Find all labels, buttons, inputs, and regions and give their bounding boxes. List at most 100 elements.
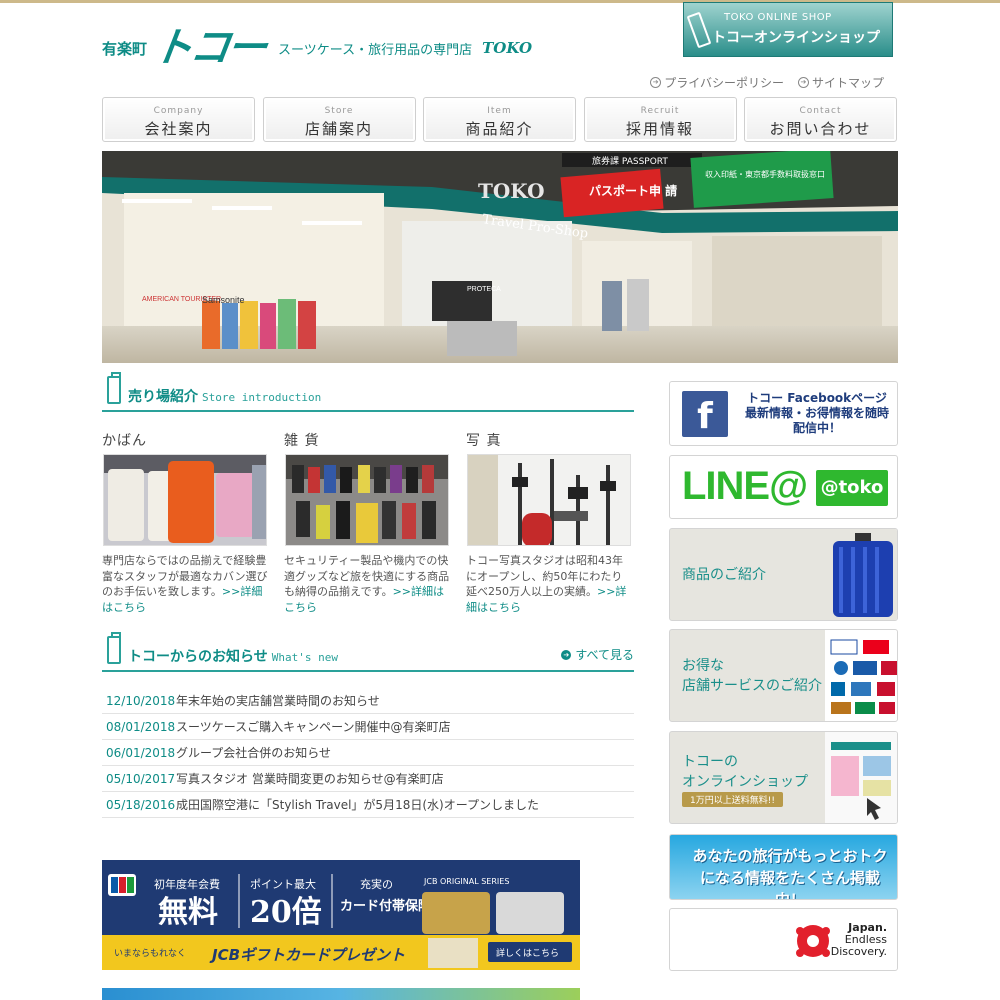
store-card-title: かばん xyxy=(102,433,147,449)
nav-item-store[interactable]: Store 店舗案内 xyxy=(262,97,416,142)
store-card-image[interactable] xyxy=(467,454,631,546)
news-title: スーツケースご購入キャンペーン開催中@有楽町店 xyxy=(176,720,451,734)
privacy-policy-label: プライバシーポリシー xyxy=(664,76,784,90)
jcb-details-link[interactable]: 詳しくはこちら xyxy=(496,947,559,959)
hero-store-photo: AMERICAN TOURISTER Samsonite PROTECA TOK… xyxy=(102,151,898,363)
facebook-banner-text: トコー Facebookページ最新情報・お得情報を随時配信中！ xyxy=(744,391,889,435)
jcb-points-main: 20倍 xyxy=(250,895,322,930)
news-item[interactable]: 05/10/2017 写真スタジオ 営業時間変更のお知らせ@有楽町店 xyxy=(102,766,634,792)
news-title: 成田国際空港に「Stylish Travel」が5月18日(水)オープンしました xyxy=(176,798,539,812)
jcb-insurance-main: カード付帯保険 xyxy=(340,898,432,914)
nav-item-en: Store xyxy=(324,106,354,116)
news-item[interactable]: 05/18/2016 成田国際空港に「Stylish Travel」が5月18日… xyxy=(102,792,634,818)
services-banner-line2: 店舗サービスのご紹介 xyxy=(682,678,822,694)
services-banner-line1: お得な xyxy=(682,658,724,674)
jcb-bottom-small: いまならもれなく xyxy=(114,948,186,959)
store-card-image[interactable] xyxy=(103,454,267,546)
free-shipping-badge: 1万円以上送料無料!! xyxy=(682,792,783,807)
suitcase-icon xyxy=(107,372,121,404)
news-title: グループ会社合併のお知らせ xyxy=(176,746,332,760)
jcb-fee-main: 無料 xyxy=(158,895,218,930)
see-all-label: すべて見る xyxy=(575,648,634,662)
online-shop-screenshot xyxy=(825,732,897,823)
see-all-news-link[interactable]: ➔ すべて見る xyxy=(561,646,634,663)
nav-item-en: Recruit xyxy=(640,106,680,116)
jcb-series: JCB ORIGINAL SERIES xyxy=(423,877,509,886)
travel-info-banner[interactable]: あなたの旅行がもっとおトクになる情報をたくさん掲載中！ xyxy=(669,834,898,900)
suitcase-icon xyxy=(107,632,121,664)
services-banner[interactable]: お得な 店舗サービスのご紹介 xyxy=(669,629,898,722)
utility-links: ➔ プライバシーポリシー ➔ サイトマップ xyxy=(650,74,884,91)
products-banner-text: 商品のご紹介 xyxy=(682,567,766,583)
online-shop-banner[interactable]: TOKO ONLINE SHOP トコーオンラインショップ xyxy=(683,2,893,57)
store-card-photo: 写 真 トコー写真スタジオは昭和43年にオープンし、約50年にわたり延べ250万… xyxy=(466,430,632,615)
nav-item-item[interactable]: Item 商品紹介 xyxy=(423,97,576,142)
news-date: 12/10/2018 xyxy=(106,694,176,708)
online-banner-line2: オンラインショップ xyxy=(682,774,808,790)
news-date: 05/10/2017 xyxy=(106,772,176,786)
line-id-badge: @toko xyxy=(816,470,888,506)
japan-endless-discovery-banner[interactable]: Japan. Endless Discovery. xyxy=(669,908,898,971)
hero-shop-sign: TOKO xyxy=(478,179,545,203)
jcb-insurance-top: 充実の xyxy=(360,877,393,891)
online-banner-line1: トコーの xyxy=(682,754,738,770)
store-card-goods: 雑 貨 セキュリティー製品や機内での快適グッズなど旅を快適にする商品も納得の品揃… xyxy=(284,430,450,615)
card-logos-image xyxy=(825,630,897,721)
nav-item-en: Company xyxy=(153,106,204,116)
store-card-image[interactable] xyxy=(285,454,449,546)
logo-mark: TOKO xyxy=(482,39,533,57)
suitcase-icon xyxy=(686,11,712,49)
logo-location: 有楽町 xyxy=(102,39,148,58)
news-section-heading: トコーからのお知らせ What's new ➔ すべて見る xyxy=(102,632,634,672)
nav-item-label: 店舗案内 xyxy=(304,120,373,138)
nav-item-label: 会社案内 xyxy=(144,120,213,138)
news-date: 08/01/2018 xyxy=(106,720,176,734)
nav-item-contact[interactable]: Contact お問い合わせ xyxy=(744,97,897,142)
line-logo-text: LINE@ xyxy=(682,464,808,508)
logo-wordmark: トコー xyxy=(149,25,268,71)
news-item[interactable]: 06/01/2018 グループ会社合併のお知らせ xyxy=(102,740,634,766)
promo-banner-cropped[interactable] xyxy=(102,988,580,1000)
nav-item-en: Contact xyxy=(799,106,842,116)
products-banner[interactable]: 商品のご紹介 xyxy=(669,528,898,621)
japan-line3: Discovery. xyxy=(830,945,887,958)
online-shop-subtitle: TOKO ONLINE SHOP xyxy=(724,12,832,23)
facebook-banner[interactable]: f トコー Facebookページ最新情報・お得情報を随時配信中！ xyxy=(669,381,898,446)
nav-item-recruit[interactable]: Recruit 採用情報 xyxy=(583,97,737,142)
facebook-icon: f xyxy=(682,391,728,437)
jcb-card-banner[interactable]: 初年度年会費 無料 ポイント最大 20倍 充実の カード付帯保険 JCB ORI… xyxy=(102,860,580,970)
arrow-circle-icon: ➔ xyxy=(797,77,809,88)
news-section-title: トコーからのお知らせ xyxy=(128,649,268,665)
nav-item-company[interactable]: Company 会社案内 xyxy=(102,97,255,142)
arrow-circle-icon: ➔ xyxy=(650,77,662,88)
news-section-subtitle: What's new xyxy=(271,651,338,664)
store-section-title: 売り場紹介 xyxy=(128,389,198,405)
nav-item-label: 採用情報 xyxy=(625,120,694,138)
arrow-circle-icon: ➔ xyxy=(561,649,572,660)
store-card-title: 写 真 xyxy=(466,433,502,449)
travel-info-text: あなたの旅行がもっとおトクになる情報をたくさん掲載中！ xyxy=(692,847,888,900)
store-section-subtitle: Store introduction xyxy=(202,391,322,404)
hero-passport-sign-top: 旅券課 PASSPORT xyxy=(592,155,668,167)
news-date: 06/01/2018 xyxy=(106,746,176,760)
news-title: 写真スタジオ 営業時間変更のお知らせ@有楽町店 xyxy=(176,772,444,786)
store-card-title: 雑 貨 xyxy=(284,433,320,449)
nav-item-en: Item xyxy=(487,106,512,116)
hero-green-sign: 収入印紙・東京都手数料取扱窓口 xyxy=(705,169,825,179)
news-title: 年末年始の実店舗営業時間のお知らせ xyxy=(176,694,380,708)
privacy-policy-link[interactable]: ➔ プライバシーポリシー xyxy=(650,74,784,91)
brand-proteca: PROTECA xyxy=(467,286,501,293)
sitemap-link[interactable]: ➔ サイトマップ xyxy=(797,74,884,91)
jcb-points-top: ポイント最大 xyxy=(250,877,316,891)
line-banner[interactable]: LINE@ @toko xyxy=(669,455,898,519)
site-logo[interactable]: 有楽町 トコー スーツケース・旅行用品の専門店 TOKO xyxy=(102,25,533,71)
logo-tagline: スーツケース・旅行用品の専門店 xyxy=(278,42,473,58)
online-shop-title: トコーオンラインショップ xyxy=(712,30,880,46)
news-item[interactable]: 08/01/2018 スーツケースご購入キャンペーン開催中@有楽町店 xyxy=(102,714,634,740)
cherry-blossom-icon xyxy=(796,925,830,957)
online-shop-side-banner[interactable]: トコーの オンラインショップ 1万円以上送料無料!! xyxy=(669,731,898,824)
store-section-heading: 売り場紹介 Store introduction xyxy=(102,372,634,412)
brand-samsonite: Samsonite xyxy=(202,295,245,305)
nav-item-label: 商品紹介 xyxy=(465,120,534,138)
news-item[interactable]: 12/10/2018 年末年始の実店舗営業時間のお知らせ xyxy=(102,688,634,714)
